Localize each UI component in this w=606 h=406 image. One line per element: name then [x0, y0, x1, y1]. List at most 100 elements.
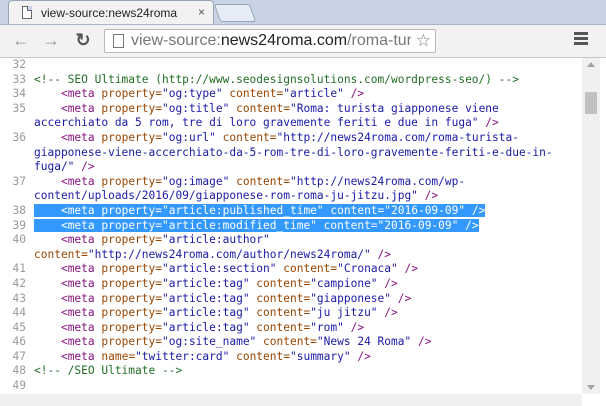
code-token: content= [229, 101, 290, 115]
scrollbar-thumb[interactable] [585, 92, 597, 114]
line-number: 48 [12, 364, 26, 378]
line-code: <meta name="twitter:card" content="summa… [32, 350, 576, 365]
source-line: 48 <!-- /SEO Ultimate --> [0, 364, 582, 379]
line-number: 42 [12, 276, 26, 290]
code-token: "article:published_time" [162, 203, 324, 217]
line-code: <!-- /SEO Ultimate --> [32, 364, 576, 379]
code-token: /> [465, 203, 486, 217]
code-token: /> [74, 160, 95, 174]
code-token: <meta [60, 276, 102, 290]
line-number: 39 [12, 218, 26, 232]
tab-view-source[interactable]: view-source:news24roma × [8, 0, 214, 24]
code-token: content= [323, 203, 385, 217]
code-token: /> [391, 291, 412, 305]
menu-icon[interactable] [574, 32, 588, 47]
source-view: 32 33 <!-- SEO Ultimate (http://www.seodes… [0, 58, 582, 394]
line-code: <meta property="article:modified_time" c… [32, 218, 576, 234]
line-code: <meta property="article:tag" content="ju… [32, 306, 576, 321]
source-line: 43 <meta property="article:tag" content=… [0, 292, 582, 307]
line-code [32, 58, 576, 73]
forward-button[interactable]: → [40, 29, 62, 51]
source-line: 41 <meta property="article:section" cont… [0, 262, 582, 277]
code-token: /> [458, 218, 479, 232]
code-token: /> [411, 335, 432, 349]
code-token: <meta [60, 320, 102, 334]
line-number: 41 [12, 262, 26, 276]
reload-button[interactable]: ↻ [72, 29, 94, 51]
code-token: property= [101, 291, 162, 305]
code-token: <meta [60, 101, 102, 115]
code-token: <meta [60, 218, 102, 232]
code-token: <meta [60, 233, 102, 247]
code-token: <meta [60, 87, 102, 101]
code-token: "summary" [289, 349, 351, 363]
source-line: 47 <meta name="twitter:card" content="su… [0, 350, 582, 365]
code-token: "og:url" [162, 130, 216, 144]
code-token: "og:image" [162, 174, 230, 188]
code-token: "Cronaca" [337, 262, 398, 276]
close-icon[interactable]: × [198, 5, 205, 19]
line-number: 37 [12, 174, 26, 188]
back-button[interactable]: ← [10, 29, 32, 51]
code-token: property= [101, 233, 162, 247]
code-token: "og:title" [162, 101, 230, 115]
line-number: 40 [12, 233, 26, 247]
line-code: <meta property="og:site_name" content="N… [32, 335, 576, 350]
horizontal-scrollbar[interactable] [0, 394, 582, 406]
code-token: /> [397, 262, 418, 276]
line-number: 46 [12, 335, 26, 349]
source-line: 33 <!-- SEO Ultimate (http://www.seodesig… [0, 73, 582, 88]
page-icon [22, 6, 32, 19]
code-token: /> [478, 116, 499, 130]
code-token: content= [249, 291, 311, 305]
code-token: content= [249, 306, 311, 320]
code-token: <!-- /SEO Ultimate --> [34, 364, 183, 378]
new-tab-button[interactable] [213, 4, 257, 22]
code-token: /> [343, 87, 365, 101]
code-token: <meta [60, 174, 102, 188]
source-line: 36 <meta property="og:url" content="http… [0, 131, 582, 175]
code-token: /> [370, 247, 391, 261]
line-number: 32 [12, 58, 26, 71]
code-token: "og:type" [162, 87, 223, 101]
line-code: <meta property="article:tag" content="ca… [32, 277, 576, 292]
code-token: property= [101, 276, 162, 290]
scroll-down-icon[interactable] [587, 385, 595, 390]
tab-title: view-source:news24roma [41, 6, 178, 20]
line-code: <meta property="article:published_time" … [32, 203, 576, 219]
code-token: /> [377, 276, 398, 290]
code-token: /> [417, 189, 439, 203]
line-number: 44 [12, 306, 26, 320]
source-line: 45 <meta property="article:tag" content=… [0, 321, 582, 336]
url-prefix: view-source: [131, 32, 221, 49]
address-bar[interactable]: view-source:news24roma.com/roma-tur ☆ [104, 29, 436, 53]
scroll-up-icon[interactable] [587, 62, 595, 67]
line-number: 36 [12, 130, 26, 144]
bookmark-star-icon[interactable]: ☆ [416, 31, 431, 51]
code-token: content= [249, 276, 311, 290]
code-token: content= [249, 320, 311, 334]
code-token: /> [350, 349, 371, 363]
title-bar: view-source:news24roma × [0, 0, 606, 25]
code-token: <meta [60, 130, 102, 144]
code-token: property= [101, 335, 162, 349]
code-token: property= [101, 87, 162, 101]
code-token: "article:tag" [162, 276, 250, 290]
code-token: "2016-09-09" [384, 203, 466, 217]
source-line: 44 <meta property="article:tag" content=… [0, 306, 582, 321]
code-token: name= [101, 349, 136, 363]
code-token: "giapponese" [310, 291, 392, 305]
vertical-scrollbar[interactable] [582, 58, 600, 394]
line-code: <meta property="og:image" content="http:… [32, 175, 576, 204]
url-host: news24roma.com [220, 32, 348, 49]
url-text[interactable]: view-source:news24roma.com/roma-tur [131, 32, 411, 50]
line-code: <meta property="og:url" content="http://… [32, 131, 576, 175]
line-number: 45 [12, 320, 26, 334]
code-token: content= [222, 87, 284, 101]
url-path: /roma-tur [347, 32, 411, 49]
